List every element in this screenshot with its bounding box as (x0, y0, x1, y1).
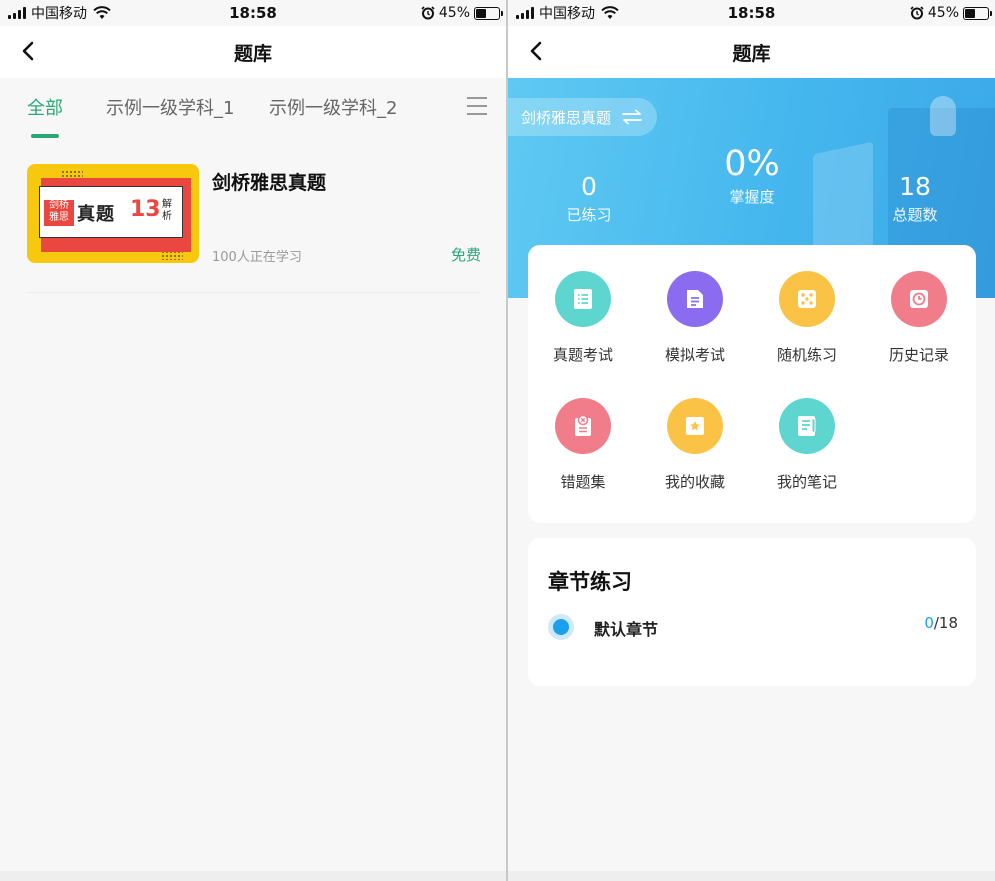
fn-real-exam-label: 真题考试 (552, 346, 613, 364)
nav-bar: 题库 (0, 26, 506, 78)
course-thumbnail: 剑桥 雅思 真题 13 解析 (27, 164, 199, 263)
stat-mastery: 0% 掌握度 (707, 144, 797, 207)
stat-total: 18 总题数 (875, 172, 955, 225)
fn-history-label: 历史记录 (888, 346, 949, 364)
thumb-side-text: 解析 (162, 199, 174, 223)
fn-notes[interactable]: 我的笔记 (757, 398, 857, 492)
nav-bar: 题库 (508, 26, 995, 78)
fn-favorites[interactable]: 我的收藏 (645, 398, 745, 492)
chapter-section-title: 章节练习 (548, 570, 632, 594)
left-screen: 中国移动 18:58 45% 题库 全部 示例一级学科_1 示例一级学科_2 剑… (0, 0, 506, 881)
clock-icon (891, 271, 947, 327)
fn-wrong-questions-label: 错题集 (560, 473, 606, 491)
chapter-done-count: 0 (924, 614, 934, 632)
fn-real-exam[interactable]: 真题考试 (533, 271, 633, 365)
chapter-progress: 0/18 (924, 614, 958, 632)
alarm-icon (421, 6, 435, 20)
menu-icon[interactable] (466, 96, 488, 116)
fn-notes-label: 我的笔记 (776, 473, 837, 491)
alarm-icon (910, 6, 924, 20)
person-illustration (930, 96, 956, 136)
fn-mock-exam-label: 模拟考试 (664, 346, 725, 364)
fn-random-practice-label: 随机练习 (776, 346, 837, 364)
subject-name: 剑桥雅思真题 (521, 108, 612, 127)
thumb-side-line2: 析 (162, 211, 172, 222)
fn-favorites-label: 我的收藏 (664, 473, 725, 491)
wifi-icon (601, 6, 619, 19)
status-bar: 中国移动 18:58 45% (0, 0, 506, 26)
battery-percent: 45% (927, 5, 959, 21)
stat-mastery-value: 0% (724, 144, 780, 184)
chapter-total-count: /18 (933, 614, 958, 632)
thumb-seal-line2: 雅思 (49, 212, 69, 223)
back-arrow-icon[interactable] (524, 38, 550, 64)
chapter-name[interactable]: 默认章节 (594, 616, 658, 640)
thumb-title: 真题 (77, 204, 115, 225)
document-icon (667, 271, 723, 327)
star-icon (667, 398, 723, 454)
signal-icon (516, 7, 534, 19)
battery-icon (474, 6, 503, 20)
active-tab-indicator (31, 134, 59, 138)
thumb-side-line1: 解 (162, 199, 172, 210)
stat-mastery-label: 掌握度 (729, 188, 775, 206)
function-panel: 真题考试 模拟考试 随机练习 历史记录 错题集 我的收藏 我的笔记 (528, 245, 976, 523)
chapter-practice-card: 章节练习 默认章节 0/18 (528, 538, 976, 686)
course-title: 剑桥雅思真题 (212, 172, 327, 194)
battery-percent: 45% (438, 5, 470, 21)
course-learners: 100人正在学习 (212, 250, 302, 265)
stat-total-label: 总题数 (892, 206, 938, 224)
page-title: 题库 (732, 42, 771, 65)
swap-icon (622, 109, 642, 125)
carrier-label: 中国移动 (539, 6, 595, 22)
fn-wrong-questions[interactable]: 错题集 (533, 398, 633, 492)
category-tabs: 全部 示例一级学科_1 示例一级学科_2 (0, 78, 506, 144)
signal-icon (8, 7, 26, 19)
battery-icon (963, 6, 992, 20)
page-title: 题库 (233, 42, 272, 65)
stat-practiced: 0 已练习 (549, 172, 629, 225)
thumb-seal-line1: 剑桥 (49, 200, 69, 211)
course-card[interactable]: 剑桥 雅思 真题 13 解析 剑桥雅思真题 100人正在学习 免费 (27, 164, 481, 265)
tab-subject-1[interactable]: 示例一级学科_1 (106, 94, 234, 120)
wifi-icon (93, 6, 111, 19)
bottom-strip (0, 871, 506, 881)
tab-all[interactable]: 全部 (27, 94, 63, 120)
stat-total-value: 18 (899, 172, 931, 201)
list-icon (555, 271, 611, 327)
back-arrow-icon[interactable] (16, 38, 42, 64)
fn-history[interactable]: 历史记录 (869, 271, 969, 365)
note-icon (779, 398, 835, 454)
card-divider (27, 292, 481, 293)
course-price: 免费 (450, 246, 481, 264)
wrong-icon (555, 398, 611, 454)
tab-subject-2[interactable]: 示例一级学科_2 (269, 94, 397, 120)
dice-icon (779, 271, 835, 327)
chapter-status-dot (548, 614, 574, 640)
right-screen: 中国移动 18:58 45% 题库 剑桥雅思真题 0 已练习 0% 掌握度 18 (508, 0, 995, 881)
subject-switcher[interactable]: 剑桥雅思真题 (508, 98, 658, 136)
fn-mock-exam[interactable]: 模拟考试 (645, 271, 745, 365)
thumb-seal: 剑桥 雅思 (44, 200, 74, 226)
stat-practiced-label: 已练习 (566, 206, 612, 224)
fn-random-practice[interactable]: 随机练习 (757, 271, 857, 365)
stat-practiced-value: 0 (581, 172, 597, 201)
carrier-label: 中国移动 (31, 6, 87, 22)
thumb-number: 13 (130, 197, 161, 222)
bottom-strip (508, 871, 995, 881)
status-bar: 中国移动 18:58 45% (508, 0, 995, 26)
